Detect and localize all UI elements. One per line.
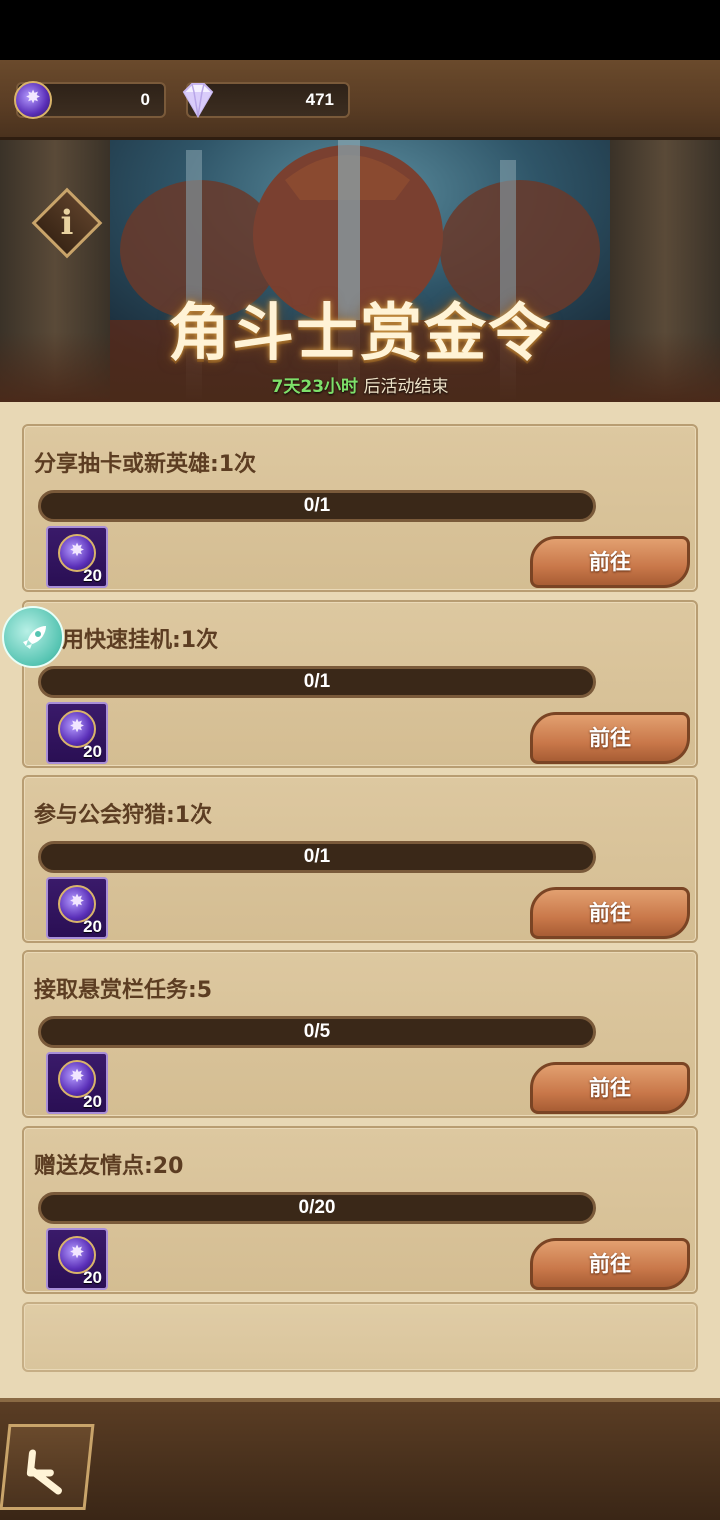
info-icon: i — [60, 203, 74, 243]
go-button[interactable]: 前往 — [530, 1238, 690, 1290]
reward-item[interactable]: 20 — [46, 1228, 108, 1290]
currency-bar: 0 471 — [0, 60, 720, 140]
back-button[interactable] — [0, 1424, 95, 1510]
progress-text: 0/1 — [303, 846, 331, 867]
back-arrow-icon — [26, 1449, 62, 1495]
task-progress-bar: 0/1 — [38, 666, 596, 698]
event-title: 角斗士赏金令 — [167, 296, 552, 369]
task-card: 分享抽卡或新英雄:1次 0/1 20 前往 — [22, 424, 698, 592]
task-card-partial — [22, 1302, 698, 1372]
reward-count: 20 — [83, 1092, 102, 1111]
diamond-counter[interactable]: 471 — [182, 82, 350, 118]
task-progress-bar: 0/1 — [38, 841, 596, 873]
reward-count: 20 — [83, 1268, 102, 1287]
status-bar — [0, 0, 720, 60]
task-title: 用快速挂机:1次 — [62, 628, 219, 653]
progress-text: 0/5 — [303, 1021, 331, 1042]
task-card: 接取悬赏栏任务:5 0/5 20 前往 — [22, 950, 698, 1118]
timer-suffix: 后活动结束 — [358, 377, 449, 397]
progress-text: 0/20 — [298, 1197, 336, 1218]
rocket-icon — [23, 626, 46, 649]
event-timer: 7天23小时 后活动结束 — [0, 372, 720, 397]
task-card: 赠送友情点:20 0/20 20 前往 — [22, 1126, 698, 1294]
go-button[interactable]: 前往 — [530, 887, 690, 939]
task-card: 用快速挂机:1次 0/1 20 前往 — [22, 600, 698, 768]
gladiator-coin-icon — [14, 81, 52, 119]
reward-count: 20 — [83, 566, 102, 585]
timer-remaining: 7天23小时 — [271, 377, 359, 397]
diamond-icon — [182, 83, 214, 118]
reward-item[interactable]: 20 — [46, 526, 108, 588]
task-progress-bar: 0/1 — [38, 490, 596, 522]
progress-text: 0/1 — [303, 671, 331, 692]
reward-item[interactable]: 20 — [46, 702, 108, 764]
gladiator-coin-value: 0 — [140, 90, 150, 109]
reward-count: 20 — [83, 917, 102, 936]
task-list[interactable]: 分享抽卡或新英雄:1次 0/1 20 前往 用快速挂机:1次 0/1 20 前往… — [0, 402, 720, 1398]
task-title: 参与公会狩猎:1次 — [34, 803, 213, 828]
task-title: 分享抽卡或新英雄:1次 — [34, 452, 257, 477]
go-button[interactable]: 前往 — [530, 712, 690, 764]
go-button[interactable]: 前往 — [530, 1062, 690, 1114]
diamond-value: 471 — [305, 90, 334, 109]
task-title: 接取悬赏栏任务:5 — [34, 978, 213, 1003]
reward-item[interactable]: 20 — [46, 1052, 108, 1114]
progress-text: 0/1 — [303, 495, 331, 516]
task-progress-bar: 0/5 — [38, 1016, 596, 1048]
task-card: 参与公会狩猎:1次 0/1 20 前往 — [22, 775, 698, 943]
footer-bar — [0, 1398, 720, 1520]
task-progress-bar: 0/20 — [38, 1192, 596, 1224]
reward-item[interactable]: 20 — [46, 877, 108, 939]
reward-count: 20 — [83, 742, 102, 761]
go-button[interactable]: 前往 — [530, 536, 690, 588]
task-title: 赠送友情点:20 — [34, 1154, 184, 1179]
floating-assistant-button[interactable] — [2, 606, 64, 668]
gladiator-coin-counter: 0 — [14, 81, 166, 119]
